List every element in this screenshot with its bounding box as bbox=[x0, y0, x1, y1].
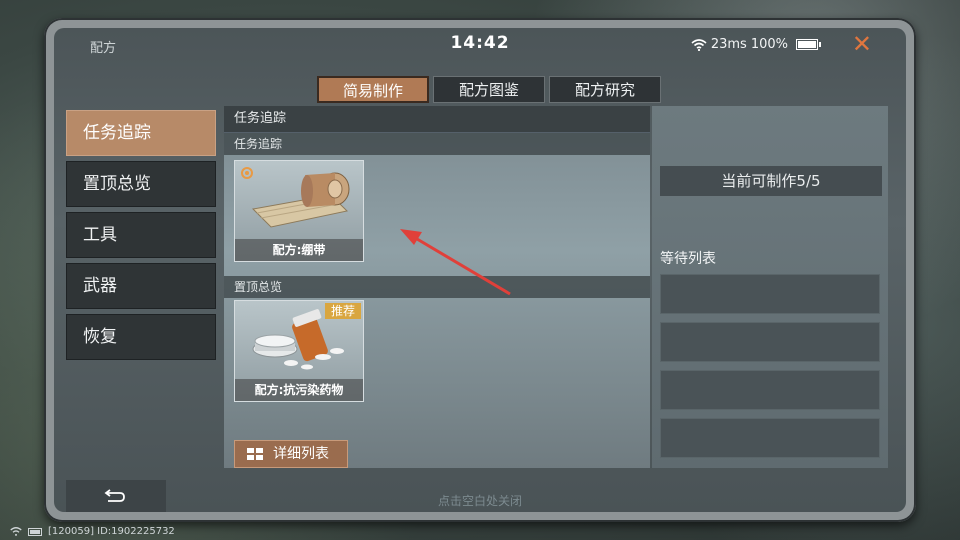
recommended-badge: 推荐 bbox=[324, 303, 361, 319]
section-label-pinned-overview: 置顶总览 bbox=[224, 276, 650, 298]
recipe-card-anti-contamination[interactable]: 推荐 配方:抗污染药物 bbox=[234, 300, 364, 402]
status-indicators: 23ms 100% bbox=[691, 37, 821, 52]
tab-recipe-catalog[interactable]: 配方图鉴 bbox=[433, 76, 545, 103]
battery-icon bbox=[796, 39, 821, 50]
tab-recipe-research[interactable]: 配方研究 bbox=[549, 76, 661, 103]
content-header: 任务追踪 bbox=[224, 106, 650, 133]
recipe-card-bandage[interactable]: 配方:绷带 bbox=[234, 160, 364, 262]
grid-icon bbox=[247, 448, 263, 460]
craft-count: 当前可制作5/5 bbox=[660, 166, 882, 196]
detail-list-button[interactable]: 详细列表 bbox=[234, 440, 348, 468]
queue-slot[interactable] bbox=[660, 322, 880, 362]
queue-slot[interactable] bbox=[660, 274, 880, 314]
sidebar-item-task-tracking[interactable]: 任务追踪 bbox=[66, 110, 216, 156]
craft-queue-panel: 当前可制作5/5 等待列表 bbox=[652, 106, 888, 468]
status-bar: 配方 14:42 23ms 100% ✕ bbox=[54, 28, 906, 62]
sidebar-item-pinned-overview[interactable]: 置顶总览 bbox=[66, 161, 216, 207]
battery-icon bbox=[28, 527, 42, 536]
device-frame: 配方 14:42 23ms 100% ✕ 简易制作 配方图鉴 配方研究 任务追踪 bbox=[44, 18, 916, 522]
recipe-screen: 配方 14:42 23ms 100% ✕ 简易制作 配方图鉴 配方研究 任务追踪 bbox=[54, 28, 906, 512]
recipe-content: 任务追踪 任务追踪 配方:绷带 置顶总览 推荐 配方:抗污染药物 详细列表 bbox=[224, 106, 650, 468]
battery-text: 100% bbox=[750, 37, 788, 52]
section-label-task-tracking: 任务追踪 bbox=[224, 133, 650, 155]
footer: [120059] ID:1902225732 bbox=[10, 526, 175, 537]
section-pinned: 置顶总览 bbox=[224, 276, 650, 298]
tab-bar: 简易制作 配方图鉴 配方研究 bbox=[317, 76, 661, 103]
bandage-icon bbox=[251, 172, 350, 228]
queue-slot[interactable] bbox=[660, 418, 880, 458]
close-hint: 点击空白处关闭 bbox=[437, 494, 522, 508]
sidebar-item-weapons[interactable]: 武器 bbox=[66, 263, 216, 309]
latency-text: 23ms bbox=[710, 37, 747, 52]
queue-slot[interactable] bbox=[660, 370, 880, 410]
tab-simple-craft[interactable]: 简易制作 bbox=[317, 76, 429, 103]
close-icon[interactable]: ✕ bbox=[852, 32, 872, 56]
sidebar: 任务追踪 置顶总览 工具 武器 恢复 bbox=[66, 110, 218, 365]
player-id-text: [120059] ID:1902225732 bbox=[48, 526, 175, 537]
queue-title: 等待列表 bbox=[660, 251, 716, 267]
card-caption-bandage: 配方:绷带 bbox=[235, 239, 363, 261]
sidebar-item-recovery[interactable]: 恢复 bbox=[66, 314, 216, 360]
wifi-icon bbox=[10, 527, 22, 536]
card-caption-anti-contamination: 配方:抗污染药物 bbox=[235, 379, 363, 401]
wifi-icon bbox=[691, 38, 707, 51]
sidebar-item-tools[interactable]: 工具 bbox=[66, 212, 216, 258]
detail-list-label: 详细列表 bbox=[273, 446, 329, 462]
